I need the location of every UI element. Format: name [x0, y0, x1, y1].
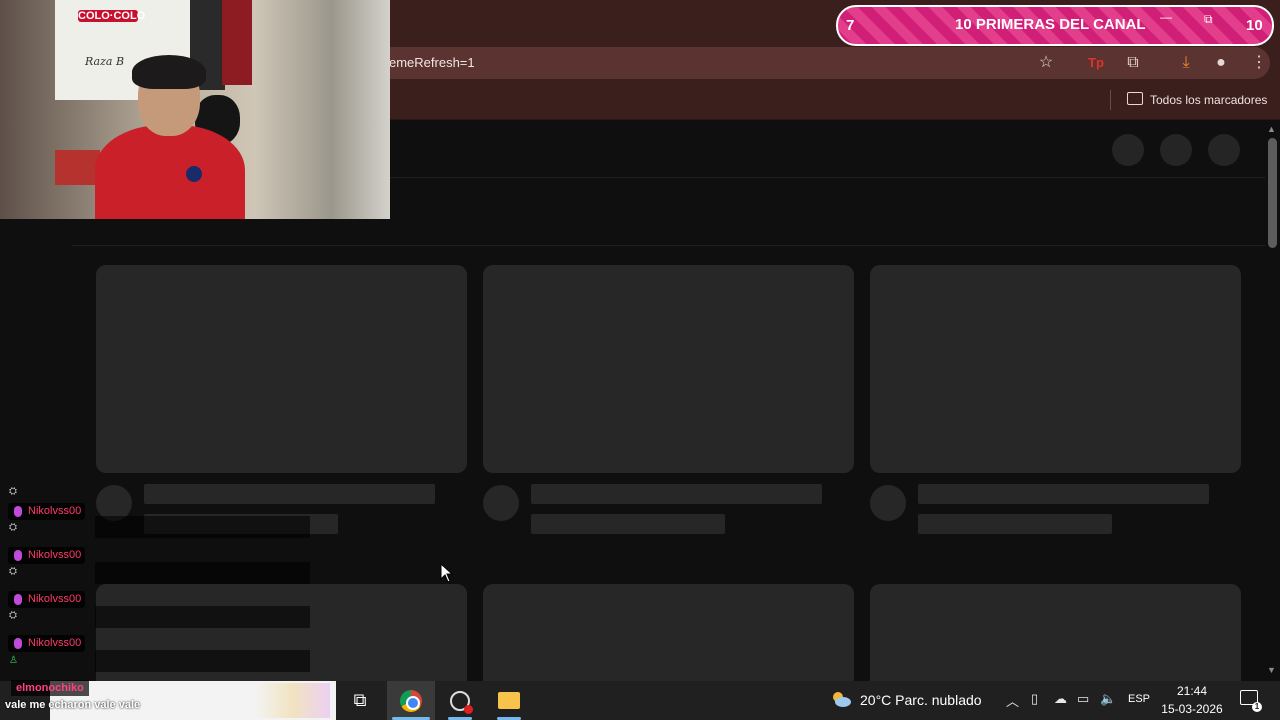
chat-message-bar [95, 606, 310, 628]
header-avatar-placeholder[interactable] [1208, 134, 1240, 166]
video-meta-placeholder [918, 514, 1112, 534]
taskbar-file-explorer-button[interactable] [485, 681, 533, 720]
taskbar-time[interactable]: 21:44 [1164, 684, 1220, 698]
video-thumbnail-placeholder[interactable] [96, 265, 467, 473]
channel-avatar-placeholder [483, 485, 519, 521]
scroll-up-icon[interactable]: ▲ [1267, 124, 1276, 134]
video-title-placeholder [918, 484, 1209, 504]
chat-message-text: vale me echaron vale vale [5, 699, 141, 711]
chat-username: Nikolvss00 [8, 547, 86, 564]
network-icon[interactable]: ▭ [1077, 691, 1089, 707]
download-icon[interactable]: ⤓ [1174, 52, 1198, 74]
bookmarks-separator [1110, 90, 1111, 110]
folder-icon[interactable] [1127, 92, 1143, 105]
mic-icon [14, 638, 22, 649]
extension-tp-icon[interactable]: Tp [1084, 52, 1108, 74]
club-flag-text: COLO·COLO [78, 10, 146, 22]
chat-user-icon: ♙ [9, 655, 18, 666]
streamer-shirt [95, 125, 245, 219]
chips-divider [72, 245, 1265, 246]
chat-username: Nikolvss00 [8, 503, 86, 520]
shirt-badge [186, 166, 202, 182]
device-icon[interactable]: ▯ [1031, 691, 1038, 707]
folder-icon [498, 692, 520, 709]
all-bookmarks-link[interactable]: Todos los marcadores [1150, 93, 1267, 107]
chat-username-text: Nikolvss00 [28, 637, 82, 649]
input-language[interactable]: ESP [1128, 693, 1150, 705]
mouse-cursor-icon [440, 563, 454, 583]
video-thumbnail-placeholder[interactable] [483, 584, 854, 694]
video-meta-placeholder [531, 514, 725, 534]
chrome-icon [400, 689, 422, 712]
screen: emeRefresh=1 ☆ Tp ⧉ ⤓ ● ⋮ Todos los marc… [0, 0, 1280, 720]
minimize-icon: — [1160, 10, 1172, 24]
chat-user-icon: ⛭ [9, 486, 17, 497]
taskbar-app-button[interactable] [436, 681, 484, 720]
chat-user-icon: ⛭ [9, 566, 17, 577]
extensions-puzzle-icon[interactable]: ⧉ [1121, 52, 1145, 74]
alert-right-number: 10 [1246, 17, 1263, 34]
mic-icon [14, 550, 22, 561]
chat-message-bar [95, 516, 310, 538]
scroll-down-icon[interactable]: ▼ [1267, 665, 1276, 675]
video-thumbnail-placeholder[interactable] [96, 584, 467, 694]
task-view-button[interactable]: ⧉ [336, 681, 384, 720]
chevron-up-icon[interactable]: ︿ [1006, 691, 1019, 710]
chat-message-bar [95, 650, 310, 672]
cloud-icon[interactable]: ☁ [1054, 691, 1067, 707]
mic-icon [14, 506, 22, 517]
bookmark-star-icon[interactable]: ☆ [1034, 52, 1058, 74]
webcam-overlay: COLO·COLO Raza B [0, 0, 390, 219]
restore-icon: ⧉ [1204, 12, 1213, 26]
task-view-icon: ⧉ [353, 690, 367, 710]
video-thumbnail-placeholder[interactable] [870, 584, 1241, 694]
chat-username: elmonochiko [11, 680, 89, 696]
chat-user-icon: ⛭ [9, 610, 17, 621]
alert-title: 10 PRIMERAS DEL CANAL [955, 16, 1146, 33]
chat-username: Nikolvss00 [8, 635, 86, 652]
video-thumbnail-placeholder[interactable] [870, 265, 1241, 473]
notification-badge: 1 [1252, 702, 1262, 712]
header-action-placeholder[interactable] [1160, 134, 1192, 166]
address-bar-url[interactable]: emeRefresh=1 [389, 55, 475, 70]
video-title-placeholder [144, 484, 435, 504]
alert-left-number: 7 [846, 17, 855, 34]
chat-username-text: Nikolvss00 [28, 505, 82, 517]
header-action-placeholder[interactable] [1112, 134, 1144, 166]
mic-icon [14, 594, 22, 605]
header-divider [390, 177, 1265, 178]
streamer-hair [132, 55, 206, 89]
chat-user-icon: ⛭ [9, 522, 17, 533]
club-flag-motto: Raza B [85, 55, 125, 68]
video-title-placeholder [531, 484, 822, 504]
taskbar-date[interactable]: 15-03-2026 [1160, 702, 1224, 716]
scrollbar-thumb[interactable] [1268, 138, 1277, 248]
chat-username-text: Nikolvss00 [28, 549, 82, 561]
browser-menu-icon[interactable]: ⋮ [1247, 52, 1271, 74]
channel-avatar-placeholder [870, 485, 906, 521]
video-thumbnail-placeholder[interactable] [483, 265, 854, 473]
poster [222, 0, 252, 85]
chat-username: Nikolvss00 [8, 591, 86, 608]
profile-avatar-icon[interactable]: ● [1209, 52, 1233, 74]
shoe-box [55, 150, 100, 185]
search-highlight-graphic [255, 683, 330, 718]
speaker-icon[interactable]: 🔈 [1100, 691, 1116, 707]
chat-message-bar [95, 562, 310, 584]
weather-text[interactable]: 20°C Parc. nublado [860, 692, 982, 708]
recording-app-icon [450, 690, 473, 714]
chat-username-text: Nikolvss00 [28, 593, 82, 605]
weather-cloud-sun-icon[interactable] [830, 690, 852, 708]
taskbar-chrome-button[interactable] [387, 681, 435, 720]
